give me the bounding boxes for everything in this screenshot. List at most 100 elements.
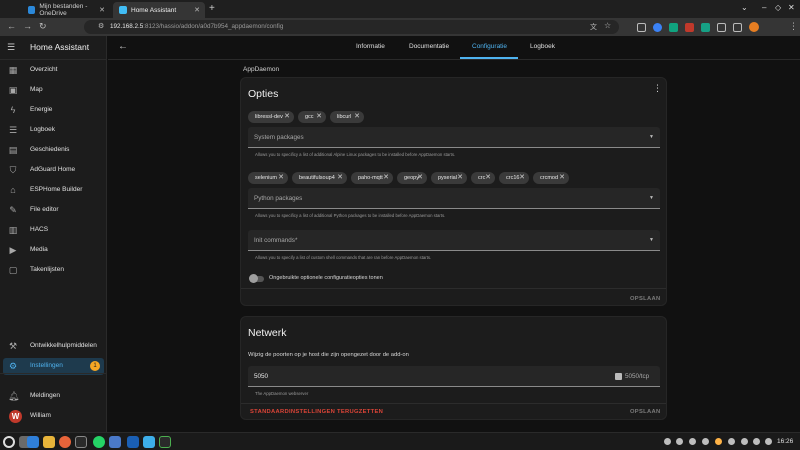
remove-chip-icon[interactable]: ✕ <box>316 111 322 123</box>
remove-chip-icon[interactable]: ✕ <box>284 111 290 123</box>
sidebar-item-profile[interactable]: W William <box>3 408 104 425</box>
port-input[interactable]: 5050 5050/tcp <box>248 366 660 387</box>
sidebar-item-ontwikkelhulpmiddelen[interactable]: ⚒ Ontwikkelhulpmiddelen <box>3 338 104 355</box>
desktop-icon[interactable] <box>27 436 39 448</box>
tray-icon[interactable] <box>689 438 696 445</box>
terminal-icon[interactable] <box>75 436 87 448</box>
chip-label: libressl-dev <box>255 114 283 120</box>
bitwarden-icon[interactable] <box>127 436 139 448</box>
hamburger-menu-icon[interactable]: ☰ <box>7 42 15 53</box>
tab-logboek[interactable]: Logboek <box>530 43 555 50</box>
remove-chip-icon[interactable]: ✕ <box>383 172 389 184</box>
bookmark-star-icon[interactable]: ☆ <box>604 21 611 30</box>
whatsapp-icon[interactable] <box>93 436 105 448</box>
chip[interactable]: libressl-dev ✕ <box>248 111 294 123</box>
onedrive-icon <box>28 6 36 14</box>
puzzle-icon[interactable] <box>717 23 726 32</box>
sidebar-item-logboek[interactable]: ☰ Logboek <box>3 122 104 139</box>
chip[interactable]: gcc ✕ <box>298 111 326 123</box>
chip[interactable]: libcurl ✕ <box>330 111 364 123</box>
extension-icon[interactable] <box>701 23 710 32</box>
back-arrow-icon[interactable]: ← <box>118 41 128 52</box>
chip[interactable]: crc ✕ <box>471 172 495 184</box>
network-card: Netwerk Wijzig de poorten op je host die… <box>240 316 667 420</box>
volume-icon[interactable] <box>741 438 748 445</box>
tab-list-icon[interactable]: ⌄ <box>741 3 748 12</box>
overflow-menu-icon[interactable]: ⋮ <box>653 83 662 94</box>
extension-icon[interactable] <box>669 23 678 32</box>
chip[interactable]: paho-mqtt ✕ <box>351 172 393 184</box>
steam-icon[interactable] <box>676 438 683 445</box>
minimize-icon[interactable]: – <box>762 3 766 12</box>
sidebar-item-takenlijsten[interactable]: ▢ Takenlijsten <box>3 262 104 279</box>
close-icon[interactable]: ✕ <box>194 6 200 14</box>
remove-chip-icon[interactable]: ✕ <box>559 172 565 184</box>
sidebar-item-map[interactable]: ▣ Map <box>3 82 104 99</box>
vscode-icon[interactable] <box>143 436 155 448</box>
remove-chip-icon[interactable]: ✕ <box>354 111 360 123</box>
chip[interactable]: crc16 ✕ <box>499 172 529 184</box>
window-close-icon[interactable]: ✕ <box>788 3 795 12</box>
extension-icon[interactable] <box>653 23 662 32</box>
remove-chip-icon[interactable]: ✕ <box>337 172 343 184</box>
tab-informatie[interactable]: Informatie <box>356 43 385 50</box>
browser-tab-onedrive[interactable]: Mijn bestanden - OneDrive ✕ <box>22 2 110 18</box>
sidepanel-icon[interactable] <box>733 23 742 32</box>
remove-chip-icon[interactable]: ✕ <box>278 172 284 184</box>
new-tab-button[interactable]: + <box>209 3 215 14</box>
sidebar-item-adguard-home[interactable]: ⛉ AdGuard Home <box>3 162 104 179</box>
site-info-icon[interactable]: ⚙ <box>98 22 104 30</box>
expand-tray-icon[interactable] <box>765 438 772 445</box>
address-bar[interactable]: ⚙ 192.168.2.5:8123/hassio/addon/a0d7b954… <box>84 20 619 34</box>
start-menu-icon[interactable] <box>3 436 15 448</box>
profile-avatar[interactable] <box>749 22 759 32</box>
reload-icon[interactable]: ↻ <box>39 21 47 32</box>
port-clear-icon[interactable] <box>615 373 622 380</box>
sidebar-item-energie[interactable]: ϟ Energie <box>3 102 104 119</box>
forward-icon[interactable]: → <box>23 21 32 31</box>
tray-icon[interactable] <box>715 438 722 445</box>
show-unused-options-toggle[interactable] <box>249 274 264 283</box>
python-packages-select[interactable]: Python packages ▼ <box>248 188 660 209</box>
bluetooth-icon[interactable] <box>702 438 709 445</box>
remove-chip-icon[interactable]: ✕ <box>417 172 423 184</box>
chip[interactable]: pyserial ✕ <box>431 172 467 184</box>
folder-icon[interactable] <box>43 436 55 448</box>
remove-chip-icon[interactable]: ✕ <box>519 172 525 184</box>
sidebar-item-hacs[interactable]: ▥ HACS <box>3 222 104 239</box>
clipboard-icon[interactable] <box>728 438 735 445</box>
init-commands-select[interactable]: Init commands* ▼ <box>248 230 660 251</box>
remove-chip-icon[interactable]: ✕ <box>457 172 463 184</box>
firefox-icon[interactable] <box>59 436 71 448</box>
chip[interactable]: crcmod ✕ <box>533 172 569 184</box>
translate-icon[interactable]: 文 <box>590 22 597 32</box>
back-icon[interactable]: ← <box>7 21 16 31</box>
chip[interactable]: beautifulsoup4 ✕ <box>292 172 347 184</box>
sidebar-item-esphome-builder[interactable]: ⌂ ESPHome Builder <box>3 182 104 199</box>
menu-kebab-icon[interactable]: ⋮ <box>789 21 798 32</box>
chip[interactable]: geopy ✕ <box>397 172 427 184</box>
maximize-icon[interactable]: ◇ <box>775 3 781 12</box>
tab-configuratie[interactable]: Configuratie <box>472 43 507 50</box>
system-packages-select[interactable]: System packages ▼ <box>248 127 660 148</box>
remove-chip-icon[interactable]: ✕ <box>485 172 491 184</box>
chip[interactable]: selenium ✕ <box>248 172 288 184</box>
network-icon[interactable] <box>753 438 760 445</box>
save-button[interactable]: OPSLAAN <box>630 296 660 302</box>
sidebar-item-overzicht[interactable]: ▦ Overzicht <box>3 62 104 79</box>
sidebar-item-file-editor[interactable]: ✎ File editor <box>3 202 104 219</box>
tab-documentatie[interactable]: Documentatie <box>409 43 449 50</box>
reset-defaults-button[interactable]: STANDAARDINSTELLINGEN TERUGZETTEN <box>250 409 383 415</box>
close-icon[interactable]: ✕ <box>99 6 105 14</box>
extensions-icon[interactable] <box>637 23 646 32</box>
save-button[interactable]: OPSLAAN <box>630 409 660 415</box>
teams-icon[interactable] <box>109 436 121 448</box>
browser-tab-home-assistant[interactable]: Home Assistant ✕ <box>113 2 205 18</box>
tray-icon[interactable] <box>664 438 671 445</box>
sidebar-item-media[interactable]: ▶ Media <box>3 242 104 259</box>
sidebar-item-meldingen[interactable]: 🔔︎ Meldingen <box>3 388 104 405</box>
extension-icon[interactable] <box>685 23 694 32</box>
hammer-icon: ⚒ <box>8 341 18 351</box>
sidebar-item-geschiedenis[interactable]: ▤ Geschiedenis <box>3 142 104 159</box>
system-monitor-icon[interactable] <box>159 436 171 448</box>
